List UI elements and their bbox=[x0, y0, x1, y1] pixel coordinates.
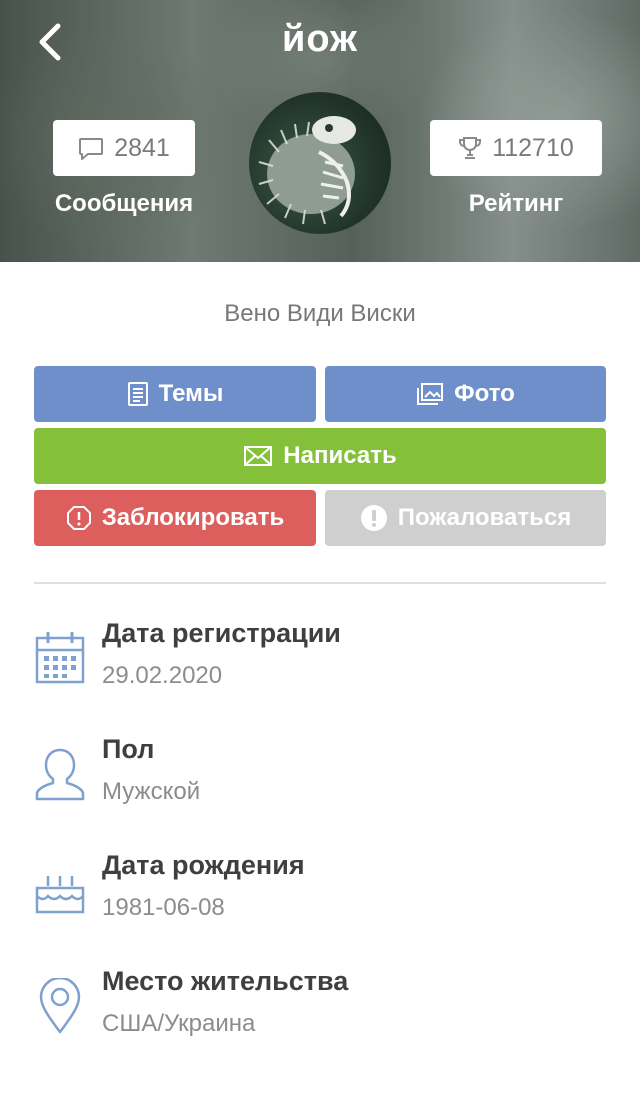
info-row-birthday: Дата рождения 1981-06-08 bbox=[0, 850, 640, 950]
messages-count: 2841 bbox=[114, 133, 170, 162]
divider bbox=[34, 582, 606, 584]
birthday-cake-icon bbox=[34, 862, 86, 918]
block-user-button[interactable]: Заблокировать bbox=[34, 490, 316, 546]
person-icon bbox=[34, 746, 86, 802]
location-value: США/Украина bbox=[102, 1010, 256, 1037]
report-button-label: Пожаловаться bbox=[397, 504, 572, 531]
topics-button[interactable]: Темы bbox=[34, 366, 316, 422]
envelope-icon bbox=[244, 446, 273, 466]
write-button-label: Написать bbox=[283, 442, 397, 469]
rating-count: 112710 bbox=[492, 133, 574, 162]
photo-button[interactable]: Фото bbox=[325, 366, 606, 422]
photos-icon bbox=[417, 383, 444, 405]
trophy-icon bbox=[459, 137, 482, 159]
document-icon bbox=[127, 382, 148, 406]
rating-counter[interactable]: 112710 bbox=[430, 120, 602, 176]
info-row-gender: Пол Мужской bbox=[0, 734, 640, 834]
messages-counter[interactable]: 2841 bbox=[53, 120, 195, 176]
birthday-title: Дата рождения bbox=[102, 850, 305, 880]
speech-bubble-icon bbox=[79, 138, 104, 160]
page-title: йож bbox=[281, 18, 358, 60]
location-title: Место жительства bbox=[102, 966, 349, 996]
topics-button-label: Темы bbox=[158, 380, 224, 407]
registration-date-title: Дата регистрации bbox=[102, 618, 341, 648]
avatar bbox=[249, 92, 391, 234]
photo-button-label: Фото bbox=[454, 380, 515, 407]
profile-status-text: Вено Види Виски bbox=[224, 300, 416, 327]
profile-header: йож 2841 Сообщения 112710 Рейтинг bbox=[0, 0, 640, 262]
calendar-icon bbox=[34, 630, 86, 686]
messages-label: Сообщения bbox=[54, 190, 194, 217]
map-pin-icon bbox=[34, 976, 86, 1034]
info-row-registration: Дата регистрации 29.02.2020 bbox=[0, 618, 640, 718]
gender-value: Мужской bbox=[102, 778, 201, 805]
report-user-button[interactable]: Пожаловаться bbox=[325, 490, 606, 546]
exclamation-circle-icon bbox=[360, 505, 387, 531]
block-octagon-icon bbox=[66, 506, 91, 530]
registration-date-value: 29.02.2020 bbox=[102, 662, 223, 689]
rating-label: Рейтинг bbox=[468, 190, 564, 217]
block-button-label: Заблокировать bbox=[101, 504, 285, 531]
write-message-button[interactable]: Написать bbox=[34, 428, 606, 484]
gender-title: Пол bbox=[102, 734, 155, 764]
birthday-value: 1981-06-08 bbox=[102, 894, 225, 921]
info-row-location: Место жительства США/Украина bbox=[0, 966, 640, 1066]
